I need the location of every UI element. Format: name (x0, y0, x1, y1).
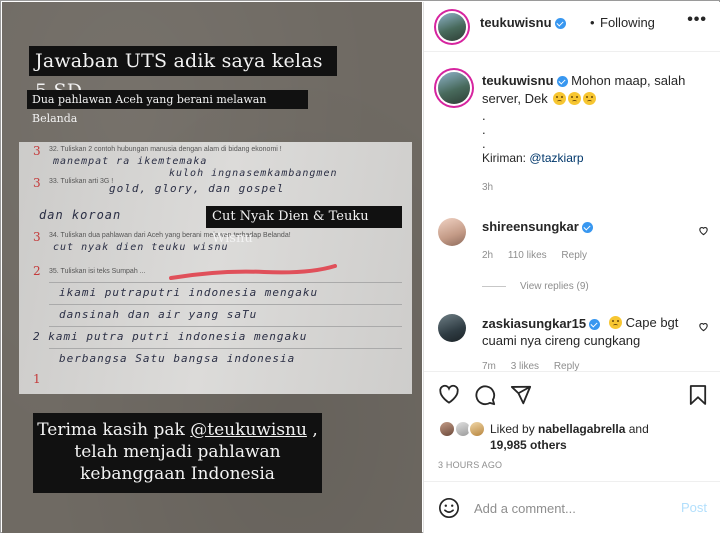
caption-credit: Kiriman: @tazkiarp (482, 151, 584, 165)
comment-like-heart-icon[interactable] (698, 225, 709, 236)
laughing-emoji-icon (583, 92, 597, 105)
question-34: 34. Tuliskan dua pahlawan dari Aceh yang… (49, 232, 291, 239)
laughing-emoji-icon (553, 92, 567, 105)
answer-33: gold, glory, dan gospel (109, 182, 285, 195)
names-label: Cut Nyak Dien & Teuku Wisnu (206, 206, 402, 246)
answer-35a: ikami putraputri indonesia mengaku (59, 286, 319, 299)
tired-face-emoji-icon (609, 316, 622, 329)
image-subtitle: Dua pahlawan Aceh yang berani melawan Be… (27, 90, 308, 125)
commenter-avatar[interactable] (438, 218, 466, 246)
likes-count[interactable]: 19,985 others (490, 438, 567, 452)
reply-button[interactable]: Reply (561, 250, 587, 261)
post-comment-button[interactable]: Post (681, 500, 707, 515)
comment-likes[interactable]: 3 likes (511, 361, 539, 371)
laughing-emoji-icon (568, 92, 582, 105)
comment-text: Cape bgt cuami nya cireng cungkang (482, 315, 679, 348)
comment-meta: 2h 110 likes Reply (482, 250, 599, 261)
comment-likes[interactable]: 110 likes (508, 250, 547, 261)
post-header: teukuwisnu • Following ••• (424, 2, 720, 52)
answer-35d: berbangsa Satu bangsa indonesia (59, 352, 296, 365)
caption-dot: . (482, 136, 486, 151)
answer-33b: dan koroan (39, 208, 122, 222)
liker-avatar[interactable] (468, 420, 486, 438)
following-button[interactable]: Following (600, 15, 655, 30)
comment-like-heart-icon[interactable] (698, 321, 709, 332)
grade-mark: 3 (33, 176, 41, 190)
separator-dot: • (590, 15, 595, 30)
post-sidebar: teukuwisnu • Following ••• teukuwisnu Mo… (423, 2, 720, 533)
smiley-icon[interactable] (438, 497, 460, 519)
thanks-caption: Terima kasih pak @teukuwisnu , telah men… (33, 413, 322, 493)
question-32: 32. Tuliskan 2 contoh hubungan manusia d… (49, 146, 282, 153)
answer-35b: dansinah dan air yang saTu (59, 308, 258, 321)
commenter-username[interactable]: shireensungkar (482, 219, 593, 234)
answer-32b: kuloh ingnasemkambangmen (169, 168, 338, 179)
verified-icon (581, 222, 593, 234)
view-replies-button[interactable]: View replies (9) (482, 281, 589, 292)
answer-32: manempat ra ikemtemaka (53, 156, 208, 167)
post-image[interactable]: Jawaban UTS adik saya kelas 5 SD Dua pah… (2, 2, 422, 533)
post-window: Jawaban UTS adik saya kelas 5 SD Dua pah… (0, 0, 720, 533)
comment-input[interactable] (474, 497, 664, 519)
add-comment-bar: Post (424, 481, 720, 533)
comment-meta: 7m 3 likes Reply (482, 361, 591, 371)
grade-mark: 3 (33, 230, 41, 244)
credit-mention-link[interactable]: @tazkiarp (529, 151, 583, 165)
grade-mark: 1 (33, 372, 41, 386)
liked-by-text: Liked by nabellagabrella and 19,985 othe… (490, 422, 649, 452)
thanks-mention: @teukuwisnu (190, 420, 307, 440)
share-icon[interactable] (510, 384, 532, 406)
caption-time: 3h (482, 182, 494, 193)
verified-icon (554, 18, 566, 30)
comment-time[interactable]: 7m (482, 361, 496, 371)
bookmark-icon[interactable] (689, 384, 707, 406)
verified-icon (556, 76, 568, 88)
caption-username[interactable]: teukuwisnu (482, 73, 554, 88)
more-options-icon[interactable]: ••• (687, 11, 707, 29)
exam-paper-photo: 3 32. Tuliskan 2 contoh hubungan manusia… (19, 142, 412, 394)
liker-username[interactable]: nabellagabrella (538, 422, 625, 436)
post-timestamp[interactable]: 3 HOURS AGO (438, 460, 502, 470)
author-avatar[interactable] (438, 13, 466, 41)
heart-icon[interactable] (438, 384, 460, 404)
question-35: 35. Tuliskan isi teks Sumpah ... (49, 268, 146, 275)
reply-button[interactable]: Reply (554, 361, 580, 371)
comment-icon[interactable] (474, 384, 496, 406)
comments-list[interactable]: teukuwisnu Mohon maap, salah server, Dek… (424, 53, 720, 371)
caption-text: teukuwisnu Mohon maap, salah server, Dek (482, 73, 686, 106)
commenter-avatar[interactable] (438, 314, 466, 342)
image-title: Jawaban UTS adik saya kelas 5 SD (29, 46, 337, 102)
grade-mark: 2 (33, 264, 41, 278)
answer-35c: 2 kami putra putri indonesia mengaku (33, 330, 308, 343)
comment-time[interactable]: 2h (482, 250, 493, 261)
question-33: 33. Tuliskan arti 3G ! (49, 178, 114, 185)
likes-section: Liked by nabellagabrella and 19,985 othe… (424, 415, 720, 481)
grade-mark: 3 (33, 144, 41, 158)
caption-author-avatar[interactable] (438, 72, 470, 104)
author-username[interactable]: teukuwisnu (480, 15, 566, 30)
answer-34: cut nyak dien teuku wisnu (53, 242, 229, 253)
post-actions-bar (424, 371, 720, 415)
